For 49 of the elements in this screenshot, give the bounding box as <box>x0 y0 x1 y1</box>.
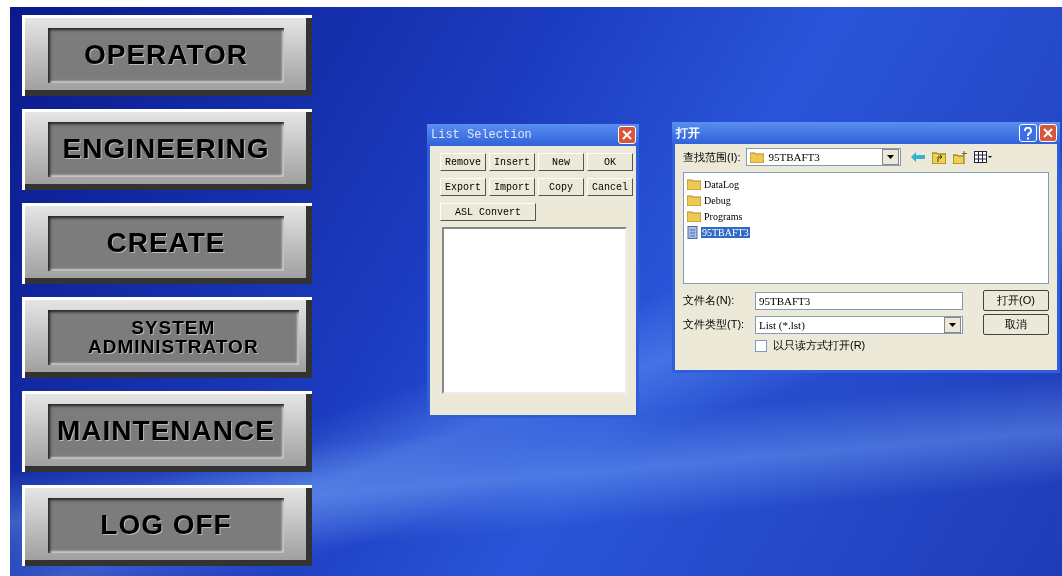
menu-button[interactable]: MAINTENANCE <box>22 391 312 472</box>
new-folder-icon[interactable] <box>953 150 968 164</box>
cancel-button[interactable]: 取消 <box>983 314 1049 335</box>
menu-button[interactable]: LOG OFF <box>22 485 312 566</box>
dialog-button[interactable]: Copy <box>538 178 584 196</box>
dialog-button[interactable]: Remove <box>440 153 486 171</box>
close-button[interactable] <box>618 126 636 144</box>
dropdown-arrow-icon <box>887 155 895 159</box>
file-item[interactable]: Programs <box>703 210 744 222</box>
close-button[interactable] <box>1039 124 1057 142</box>
back-arrow-icon[interactable] <box>911 152 926 162</box>
menu-button[interactable]: SYSTEM ADMINISTRATOR <box>22 297 312 378</box>
field-label: 文件类型(T): <box>683 317 746 332</box>
folder-icon <box>687 178 701 190</box>
view-menu-icon[interactable] <box>974 151 993 163</box>
menu-button[interactable]: OPERATOR <box>22 15 312 96</box>
window-title: 打开 <box>676 124 700 142</box>
close-icon <box>1043 128 1053 138</box>
file-item[interactable]: 95TBAFT3 <box>701 226 750 238</box>
document-icon <box>687 225 699 239</box>
close-icon <box>622 130 632 140</box>
field-label: 查找范围(I): <box>683 149 741 165</box>
menu-button[interactable]: ENGINEERING <box>22 109 312 190</box>
folder-icon <box>687 194 701 206</box>
checkbox-label: 以只读方式打开(R) <box>773 338 866 353</box>
field-label: 文件名(N): <box>683 293 736 308</box>
dialog-button[interactable]: ASL Convert <box>440 203 536 221</box>
file-item[interactable]: DataLog <box>703 178 740 190</box>
dropdown-arrow-icon <box>949 322 956 327</box>
file-item[interactable]: Debug <box>703 194 732 206</box>
dialog-button[interactable]: OK <box>587 153 633 171</box>
help-button[interactable] <box>1019 124 1037 142</box>
menu-button[interactable]: CREATE <box>22 203 312 284</box>
dialog-button[interactable]: Insert <box>489 153 535 171</box>
dialog-button[interactable]: Cancel <box>587 178 633 196</box>
open-button[interactable]: 打开(O) <box>983 290 1049 311</box>
read-only-checkbox[interactable] <box>755 339 767 352</box>
window-title: List Selection <box>431 128 532 142</box>
list-box[interactable] <box>442 227 627 394</box>
look-in-dropdown[interactable]: 95TBAFT3 <box>746 148 902 166</box>
dialog-button[interactable]: Import <box>489 178 535 196</box>
dialog-button[interactable]: New <box>538 153 584 171</box>
up-folder-icon[interactable] <box>932 150 947 164</box>
folder-icon <box>750 151 765 163</box>
question-icon <box>1023 126 1033 140</box>
file-name-field[interactable]: 95TBAFT3 <box>755 291 963 310</box>
file-type-dropdown[interactable]: List (*.lst) <box>755 315 963 334</box>
folder-icon <box>687 210 701 222</box>
dialog-button[interactable]: Export <box>440 178 486 196</box>
